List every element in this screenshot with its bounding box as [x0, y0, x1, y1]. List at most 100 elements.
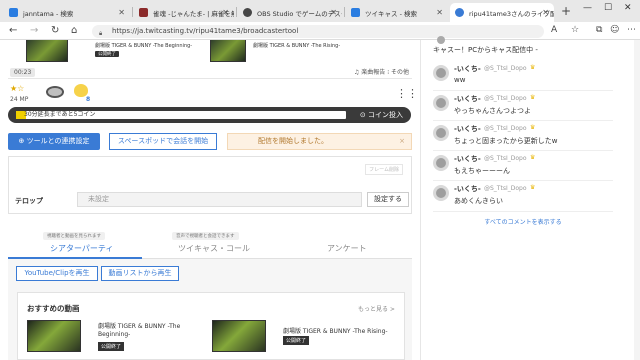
url-field[interactable]: 🔒︎ https://ja.twitcasting.tv/ripu41tame3…	[92, 25, 544, 38]
video-title[interactable]: 劇場版 TIGER & BUNNY -The Beginning-	[95, 42, 192, 49]
coin-progress-bar: 30分延長まであと5コイン ⊙ コイン投入	[8, 107, 411, 123]
telop-panel: フレーム削除 テロップ 未設定 設定する	[8, 156, 412, 214]
video-title[interactable]: 劇場版 TIGER & BUNNY -The Rising-	[253, 42, 340, 49]
browser-tab[interactable]: ツイキャス - 検索 ✕	[346, 3, 448, 22]
tab-title: OBS Studio でゲームのデスクト	[257, 9, 342, 18]
tab-twitcasting-call[interactable]: ツイキャス・コール	[178, 243, 250, 254]
comment-user-name[interactable]: -いくち-	[454, 184, 481, 194]
browser-tab-active[interactable]: ripu41tame3さんのライブ配信 ✕	[450, 3, 554, 22]
coin-insert-label: コイン投入	[368, 111, 403, 119]
browser-tab[interactable]: janntama - 検索 ✕	[4, 3, 130, 22]
comment-user-name[interactable]: -いくち-	[454, 64, 481, 74]
divider	[433, 150, 613, 151]
comment-user-id[interactable]: @S_TtsI_Dopo	[484, 155, 527, 162]
profile-icon[interactable]: ☺	[610, 25, 619, 35]
address-bar-row: ← → ↻ ⌂ 🔒︎ https://ja.twitcasting.tv/rip…	[0, 22, 640, 40]
coin-progress-track: 30分延長まであと5コイン	[16, 111, 346, 119]
tab-theater-party[interactable]: シアターパーティ	[50, 243, 113, 254]
minimize-button[interactable]: —	[583, 3, 592, 13]
elapsed-time: 00:23	[10, 68, 36, 77]
tab-separator	[344, 7, 345, 17]
video-title[interactable]: 劇場版 TIGER & BUNNY -The Rising-	[283, 326, 388, 335]
play-from-list-button[interactable]: 動画リストから再生	[101, 266, 179, 281]
supporter-badge-icon: ♛	[530, 64, 536, 71]
supporter-badge-icon: ♛	[530, 94, 536, 101]
comment-user-name[interactable]: -いくち-	[454, 154, 481, 164]
supporter-badge-icon: ♛	[530, 184, 536, 191]
browser-tab[interactable]: OBS Studio でゲームのデスクト ✕	[238, 3, 342, 22]
home-icon[interactable]: ⌂	[71, 25, 77, 36]
video-thumbnail[interactable]	[27, 320, 81, 352]
comment-item: -いくち- @S_TtsI_Dopo ♛ やっちゃんさんつよつよ	[433, 92, 613, 122]
reader-text-icon[interactable]: A	[551, 25, 557, 35]
space-pod-button[interactable]: スペースポッドで会話を開始	[109, 133, 217, 150]
close-tab-icon[interactable]: ✕	[330, 8, 337, 17]
comment-user-name[interactable]: -いくち-	[454, 124, 481, 134]
status-badge: 公開終了	[283, 336, 310, 345]
tab-survey[interactable]: アンケート	[327, 243, 367, 254]
telop-set-button[interactable]: 設定する	[367, 192, 409, 207]
maximize-button[interactable]: ☐	[604, 3, 612, 13]
avatar[interactable]	[433, 65, 449, 81]
avatar[interactable]	[433, 125, 449, 141]
close-tab-icon[interactable]: ✕	[436, 8, 443, 17]
telop-input[interactable]: 未設定	[77, 192, 362, 207]
close-tab-icon[interactable]: ✕	[118, 8, 125, 17]
avatar[interactable]	[433, 155, 449, 171]
grid-menu-icon[interactable]: ⋮⋮⋮	[396, 87, 420, 100]
search-favicon-icon	[9, 8, 18, 17]
recommended-title: おすすめの動画	[27, 304, 80, 313]
song-report-links[interactable]: ♫ 楽曲報告 ⁝ その他	[354, 67, 409, 76]
divider	[8, 78, 412, 79]
link-icon: ⊕	[18, 137, 27, 145]
comment-user-id[interactable]: @S_TtsI_Dopo	[484, 95, 527, 102]
status-badge: 公開終了	[98, 342, 125, 351]
close-tab-icon[interactable]: ✕	[222, 8, 229, 17]
forward-arrow-icon[interactable]: →	[30, 25, 38, 36]
tab-hint: 音声で視聴者と会話できます	[172, 232, 239, 240]
comment-item: -いくち- @S_TtsI_Dopo ♛ ちょっと固まったから更新したw	[433, 122, 613, 152]
avatar[interactable]	[433, 95, 449, 111]
collections-icon[interactable]: ⧉	[596, 25, 602, 35]
back-arrow-icon[interactable]: ←	[9, 25, 17, 36]
close-window-button[interactable]: ✕	[624, 3, 632, 13]
tool-link-settings-button[interactable]: ⊕ ツールとの連携設定	[8, 133, 100, 150]
video-thumbnail[interactable]	[210, 40, 246, 62]
video-thumbnail[interactable]	[26, 40, 68, 62]
favorite-star-icon[interactable]: ☆	[571, 25, 579, 35]
scrollbar[interactable]	[634, 40, 640, 360]
browser-tab[interactable]: 雀魂 -じゃんたま- | 麻雀を無料 ✕	[134, 3, 234, 22]
tab-title: ツイキャス - 検索	[365, 9, 417, 18]
new-tab-button[interactable]: +	[561, 4, 571, 18]
search-favicon-icon	[351, 8, 360, 17]
broadcaster-main: 劇場版 TIGER & BUNNY -The Beginning- 公開終了 劇…	[0, 40, 420, 360]
play-youtube-button[interactable]: YouTube/Clipを再生	[16, 266, 98, 281]
comment-user-id[interactable]: @S_TtsI_Dopo	[484, 65, 527, 72]
coin-insert-button[interactable]: ⊙ コイン投入	[360, 110, 403, 120]
frame-delete-button[interactable]: フレーム削除	[365, 164, 403, 175]
video-thumbnail[interactable]	[212, 320, 266, 352]
notice-close-button[interactable]: ×	[399, 134, 405, 149]
video-title[interactable]: 劇場版 TIGER & BUNNY -The Beginning-	[98, 323, 188, 339]
twitcasting-favicon-icon	[455, 8, 464, 17]
level-stars: ★☆	[10, 84, 25, 93]
tab-separator	[132, 7, 133, 17]
close-tab-icon[interactable]: ✕	[542, 8, 549, 17]
show-all-comments-link[interactable]: すべてのコメントを表示する	[433, 217, 613, 226]
notice-text: 配信を開始しました。	[258, 137, 328, 145]
comment-user-id[interactable]: @S_TtsI_Dopo	[484, 185, 527, 192]
tab-title: ripu41tame3さんのライブ配信	[469, 9, 554, 18]
coin-item-icon[interactable]	[46, 86, 64, 98]
tab-hint: 視聴者と動画を見られます	[43, 232, 105, 240]
avatar[interactable]	[433, 185, 449, 201]
see-more-link[interactable]: もっと見る >	[358, 304, 395, 313]
browser-tab-bar: janntama - 検索 ✕ 雀魂 -じゃんたま- | 麻雀を無料 ✕ OBS…	[0, 0, 640, 22]
more-menu-icon[interactable]: ⋯	[627, 25, 636, 35]
tab-separator	[236, 7, 237, 17]
lock-icon: 🔒︎	[99, 30, 103, 37]
comment-text: もえちゃーーーん	[454, 167, 510, 175]
broadcast-icon	[437, 36, 445, 44]
comment-user-id[interactable]: @S_TtsI_Dopo	[484, 125, 527, 132]
comment-user-name[interactable]: -いくち-	[454, 94, 481, 104]
reload-icon[interactable]: ↻	[51, 25, 59, 36]
